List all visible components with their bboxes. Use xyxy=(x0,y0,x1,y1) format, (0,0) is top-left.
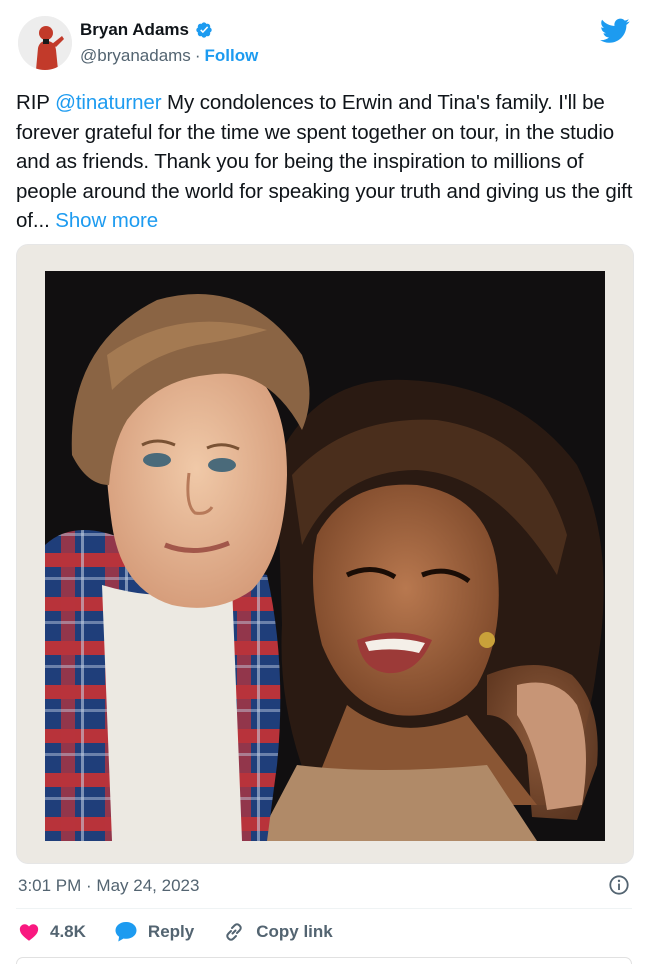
show-more-link[interactable]: Show more xyxy=(55,209,158,232)
tweet-photo[interactable] xyxy=(16,244,634,864)
verified-badge-icon xyxy=(196,22,212,38)
link-icon xyxy=(226,923,242,941)
avatar-image xyxy=(18,16,72,70)
tweet-prefix: RIP xyxy=(16,91,56,114)
reply-label: Reply xyxy=(147,922,195,941)
polaroid-photo xyxy=(17,245,633,863)
author-handle[interactable]: @bryanadams xyxy=(80,46,191,66)
author-avatar[interactable] xyxy=(18,16,72,70)
author-name[interactable]: Bryan Adams xyxy=(80,20,189,40)
embedded-tweet-card: Bryan Adams @bryanadams · Follow RIP @ti… xyxy=(0,0,648,964)
next-card-edge xyxy=(16,957,632,964)
twitter-bird-icon[interactable] xyxy=(600,18,630,44)
divider xyxy=(16,908,632,909)
copy-link-button[interactable]: Copy link xyxy=(222,920,333,944)
tweet-text: RIP @tinaturner My condolences to Erwin … xyxy=(16,88,636,236)
handle-separator: · xyxy=(194,46,201,65)
tweet-timestamp[interactable]: 3:01 PM · May 24, 2023 xyxy=(18,876,199,896)
copy-link-label: Copy link xyxy=(256,922,333,941)
reply-bubble-icon xyxy=(115,922,137,942)
like-count: 4.8K xyxy=(50,922,86,941)
mention-link[interactable]: @tinaturner xyxy=(55,91,161,114)
action-bar: 4.8K Reply Copy link xyxy=(18,920,361,944)
like-button[interactable]: 4.8K xyxy=(18,921,86,943)
heart-icon xyxy=(19,924,39,941)
reply-button[interactable]: Reply xyxy=(114,921,194,943)
info-icon[interactable] xyxy=(608,874,630,896)
follow-button[interactable]: Follow xyxy=(204,46,258,66)
